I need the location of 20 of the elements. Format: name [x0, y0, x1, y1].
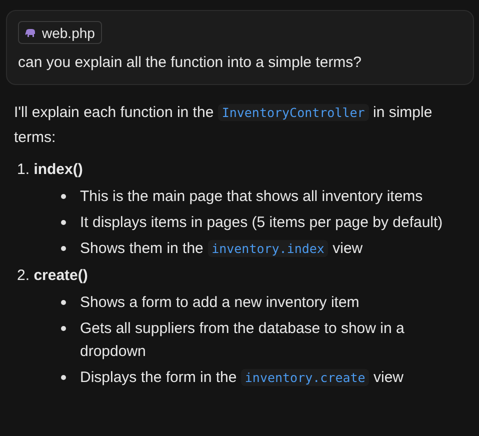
bullet-icon: [61, 246, 66, 251]
list-number: 2.: [17, 267, 30, 284]
response-paragraph: I'll explain each function in the InventoryController in simple terms:: [14, 103, 434, 148]
user-message-text: can you explain all the function into a simple terms?: [18, 53, 363, 73]
bullet-icon: [61, 194, 66, 199]
bullet-text: Displays the form in the inventory.create view: [80, 368, 405, 388]
bullet-icon: [61, 375, 66, 380]
function-heading: index(): [34, 161, 83, 178]
elephant-icon: [25, 28, 35, 36]
bullet-icon: [61, 326, 66, 331]
file-attachment-chip[interactable]: web.php: [18, 21, 102, 44]
file-name: web.php: [42, 24, 95, 40]
bullet-text: This is the main page that shows all inventory items: [80, 187, 424, 207]
function-heading: create(): [34, 267, 88, 284]
bullet-text: Shows them in the inventory.index view: [80, 239, 364, 259]
bullet-icon: [61, 220, 66, 225]
bullet-text: It displays items in pages (5 items per page by default): [80, 213, 444, 233]
bullet-icon: [61, 300, 66, 305]
list-number: 1.: [17, 161, 30, 178]
bullet-text: Shows a form to add a new inventory item: [80, 293, 360, 313]
